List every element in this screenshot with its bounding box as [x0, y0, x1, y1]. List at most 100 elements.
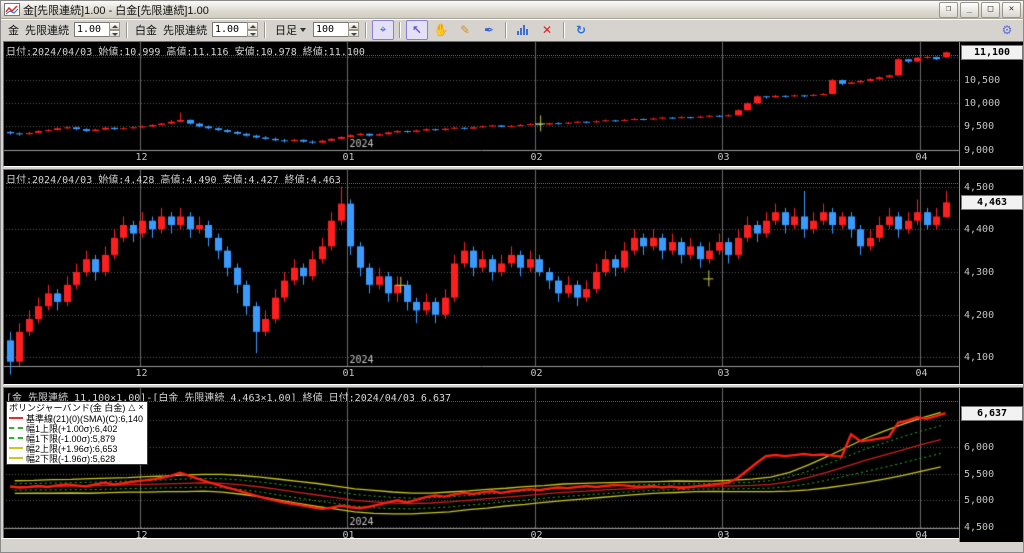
app-window: 金[先限連続]1.00 - 白金[先限連続]1.00 ❐ _ □ ✕ 金 先限連…: [0, 0, 1024, 553]
gold-ratio-spinner: [74, 22, 120, 37]
minimize-button[interactable]: _: [960, 1, 979, 18]
popout-window-button[interactable]: ❐: [939, 1, 958, 18]
gold-ratio-up-button[interactable]: [109, 22, 120, 30]
status-bar: [1, 538, 1023, 552]
y-axis-tick-label: 10,500: [964, 75, 1001, 86]
y-axis-tick-label: 10,000: [964, 98, 1001, 109]
gold-series-label: 先限連続: [25, 24, 69, 37]
legend-item-label: 幅2下限(-1.96σ):5,628: [26, 453, 116, 464]
x-axis-month-label: 01: [342, 530, 355, 541]
y-axis-tick-label: 5,500: [964, 469, 995, 480]
x-axis-month-label: 04: [915, 152, 928, 163]
gold-last-price: 11,100: [961, 45, 1023, 60]
legend-line-swatch: [9, 457, 23, 459]
bollinger-legend[interactable]: ボリンジャーバンド(金 白金) △ × 基準線(21)(0)(SMA)(C):6…: [6, 401, 148, 465]
y-axis-tick-label: 4,500: [964, 522, 995, 533]
draw-tool-button[interactable]: ✎: [454, 20, 476, 40]
gold-label: 金: [8, 24, 19, 37]
platinum-ratio-input[interactable]: [212, 22, 247, 37]
y-axis-tick-label: 9,500: [964, 121, 995, 132]
platinum-ratio-down-button[interactable]: [247, 29, 258, 37]
legend-line-swatch: [9, 437, 23, 439]
y-axis-tick-label: 9,000: [964, 145, 995, 156]
pen-icon: ✒: [483, 22, 495, 37]
chart-line-icon: [4, 3, 20, 16]
platinum-ratio-spinner: [212, 22, 258, 37]
hand-icon: ✋: [433, 22, 449, 37]
cursor-tool-button[interactable]: ↖: [406, 19, 428, 40]
spread-y-axis: 6,637 6,000 5,500 5,000 4,500: [959, 388, 1023, 542]
platinum-info-line: 日付:2024/04/03 始値:4,428 高値:4,490 安値:4,427…: [6, 171, 958, 184]
gold-info-line: 日付:2024/04/03 始値:10,999 高値:11,116 安値:10,…: [6, 43, 958, 56]
settings-button[interactable]: ⚙: [996, 20, 1018, 40]
toolbar-separator: [563, 21, 565, 38]
platinum-chart-canvas[interactable]: [4, 170, 960, 384]
x-axis-month-label: 03: [717, 530, 730, 541]
legend-line-swatch: [9, 447, 23, 449]
pencil-icon: ✎: [459, 22, 471, 37]
gold-ratio-input[interactable]: [74, 22, 109, 37]
x-axis-month-label: 01: [342, 368, 355, 379]
x-axis-month-label: 03: [717, 152, 730, 163]
y-axis-tick-label: 4,100: [964, 352, 995, 363]
platinum-chart-panel: 日付:2024/04/03 始値:4,428 高値:4,490 安値:4,427…: [3, 169, 1023, 385]
x-axis-month-label: 04: [915, 530, 928, 541]
x-axis-month-label: 02: [530, 530, 543, 541]
y-axis-tick-label: 4,500: [964, 182, 995, 193]
bar-count-input[interactable]: [313, 22, 348, 37]
legend-item: 幅2下限(-1.96σ):5,628: [9, 453, 144, 464]
x-axis-month-label: 12: [135, 152, 148, 163]
bar-count-spinner: [313, 22, 359, 37]
toolbar: 金 先限連続 白金 先限連続 日足 ⌖ ↖ ✋ ✎ ✒: [1, 19, 1023, 40]
x-axis-month-label: 12: [135, 530, 148, 541]
gold-ratio-down-button[interactable]: [109, 29, 120, 37]
delete-drawings-button[interactable]: ✕: [536, 20, 558, 40]
spread-header-line: [金 先限連続 11,100×1.00]-[白金 先限連続 4,463×1.00…: [6, 389, 958, 402]
gold-chart-canvas[interactable]: [4, 42, 960, 166]
y-axis-tick-label: 4,200: [964, 310, 995, 321]
toolbar-separator: [365, 21, 367, 38]
x-axis-month-label: 01: [342, 152, 355, 163]
y-axis-tick-label: 5,000: [964, 495, 995, 506]
toolbar-separator: [126, 21, 128, 38]
legend-line-swatch: [9, 427, 23, 429]
period-label: 日足: [275, 24, 297, 37]
period-dropdown[interactable]: 日足: [272, 21, 309, 39]
platinum-label: 白金: [135, 24, 157, 37]
chart-type-button[interactable]: [512, 20, 534, 40]
cursor-icon: ↖: [411, 22, 423, 37]
x-axis-month-label: 12: [135, 368, 148, 379]
platinum-last-price: 4,463: [961, 195, 1023, 210]
scale-tool-button[interactable]: ⌖: [372, 19, 394, 40]
platinum-ratio-up-button[interactable]: [247, 22, 258, 30]
delete-x-icon: ✕: [541, 22, 553, 37]
x-axis-month-label: 02: [530, 368, 543, 379]
maximize-button[interactable]: □: [981, 1, 1000, 18]
gold-chart-panel: 日付:2024/04/03 始値:10,999 高値:11,116 安値:10,…: [3, 41, 1023, 167]
title-bar: 金[先限連続]1.00 - 白金[先限連続]1.00 ❐ _ □ ✕: [1, 1, 1023, 19]
spread-last-price: 6,637: [961, 406, 1023, 421]
bar-chart-icon: [516, 24, 528, 35]
annotate-tool-button[interactable]: ✒: [478, 20, 500, 40]
bar-count-down-button[interactable]: [348, 29, 359, 37]
spread-chart-panel: [金 先限連続 11,100×1.00]-[白金 先限連続 4,463×1.00…: [3, 387, 1023, 543]
y-axis-tick-label: 4,400: [964, 224, 995, 235]
x-axis-month-label: 03: [717, 368, 730, 379]
close-button[interactable]: ✕: [1002, 1, 1021, 18]
pan-tool-button[interactable]: ✋: [430, 20, 452, 40]
toolbar-separator: [264, 21, 266, 38]
toolbar-separator: [505, 21, 507, 38]
refresh-icon: ↻: [575, 22, 587, 37]
y-axis-tick-label: 6,000: [964, 442, 995, 453]
gold-y-axis: 11,100 10,500 10,000 9,500 9,000: [959, 42, 1023, 166]
scale-icon: ⌖: [379, 22, 387, 36]
platinum-series-label: 先限連続: [163, 24, 207, 37]
y-axis-tick-label: 4,300: [964, 267, 995, 278]
x-axis-month-label: 04: [915, 368, 928, 379]
refresh-button[interactable]: ↻: [570, 20, 592, 40]
toolbar-separator: [399, 21, 401, 38]
wrench-icon: ⚙: [1001, 22, 1013, 37]
platinum-y-axis: 4,463 4,500 4,400 4,300 4,200 4,100: [959, 170, 1023, 384]
window-title: 金[先限連続]1.00 - 白金[先限連続]1.00: [23, 4, 209, 17]
bar-count-up-button[interactable]: [348, 22, 359, 30]
